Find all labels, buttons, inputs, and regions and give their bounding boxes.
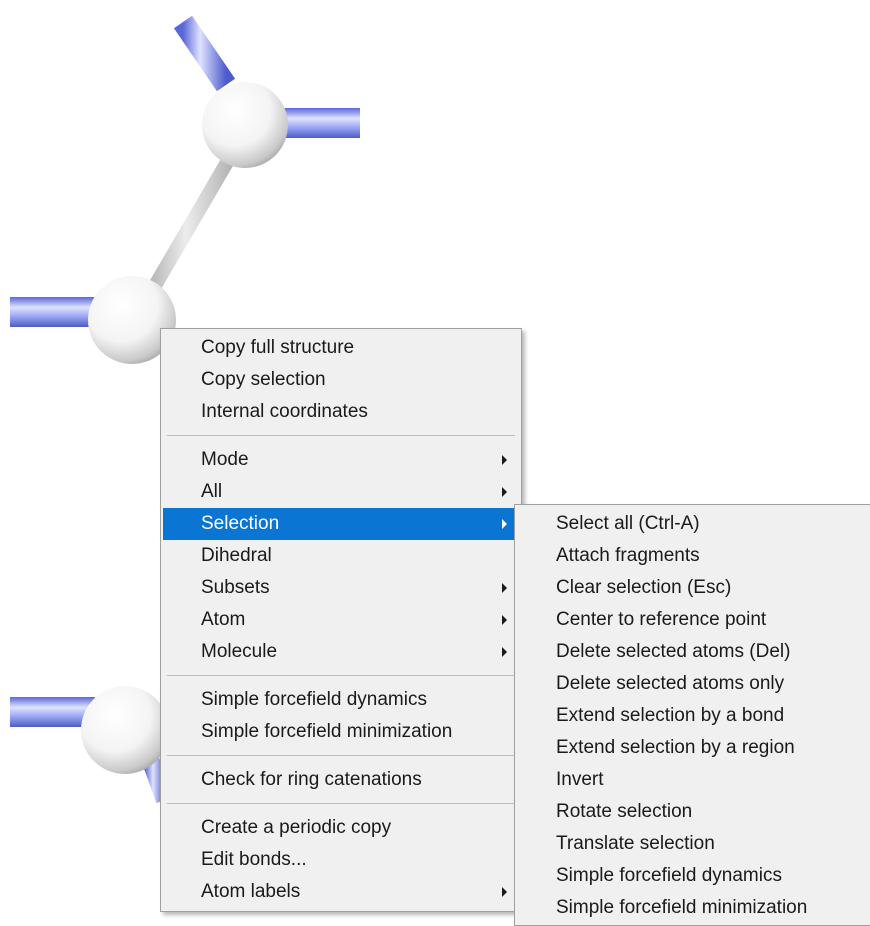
selection-submenu: Select all (Ctrl-A) Attach fragments Clear… — [514, 504, 870, 926]
menu-item-create-a-periodic-copy[interactable]: Create a periodic copy — [163, 812, 519, 844]
menu-item-subsets[interactable]: Subsets — [163, 572, 519, 604]
menu-item-label: Check for ring catenations — [201, 769, 422, 790]
menu-item-label: All — [201, 481, 223, 502]
atom-lower — [81, 686, 169, 774]
menu-item-label: Copy full structure — [201, 337, 355, 358]
menu-item-selection[interactable]: Selection — [163, 508, 519, 540]
menu-item-simple-forcefield-minimization[interactable]: Simple forcefield minimization — [163, 716, 519, 748]
menu-item-label: Edit bonds... — [201, 849, 307, 870]
submenu-arrow-icon — [502, 519, 507, 529]
menu-item-label: Dihedral — [201, 545, 272, 566]
menu-item-label: Internal coordinates — [201, 401, 368, 422]
menu-item-label: Subsets — [201, 577, 270, 598]
menu-item-copy-full-structure[interactable]: Copy full structure — [163, 332, 519, 364]
menu-item-simple-forcefield-dynamics[interactable]: Simple forcefield dynamics — [163, 684, 519, 716]
menu-item-label: Molecule — [201, 641, 278, 662]
atom-top — [202, 82, 288, 168]
menu-separator — [167, 755, 515, 756]
submenu-item-clear-selection-esc[interactable]: Clear selection (Esc) — [517, 572, 868, 604]
menu-item-label: Copy selection — [201, 369, 326, 390]
submenu-arrow-icon — [502, 487, 507, 497]
menu-item-atom-labels[interactable]: Atom labels — [163, 876, 519, 908]
submenu-item-select-all-ctrl-a[interactable]: Select all (Ctrl-A) — [517, 508, 868, 540]
menu-separator — [167, 803, 515, 804]
menu-item-label: Selection — [201, 513, 280, 534]
submenu-item-invert[interactable]: Invert — [517, 764, 868, 796]
menu-item-label: Simple forcefield minimization — [201, 721, 453, 742]
menu-item-dihedral[interactable]: Dihedral — [163, 540, 519, 572]
submenu-item-simple-forcefield-dynamics[interactable]: Simple forcefield dynamics — [517, 860, 868, 892]
submenu-item-delete-selected-atoms-only[interactable]: Delete selected atoms only — [517, 668, 868, 700]
menu-item-edit-bonds[interactable]: Edit bonds... — [163, 844, 519, 876]
menu-item-atom[interactable]: Atom — [163, 604, 519, 636]
menu-item-all[interactable]: All — [163, 476, 519, 508]
menu-item-label: Create a periodic copy — [201, 817, 392, 838]
menu-item-label: Atom labels — [201, 881, 301, 902]
menu-item-check-for-ring-catenations[interactable]: Check for ring catenations — [163, 764, 519, 796]
submenu-arrow-icon — [502, 615, 507, 625]
bond-blue — [10, 297, 100, 327]
submenu-arrow-icon — [502, 455, 507, 465]
submenu-item-extend-selection-by-a-bond[interactable]: Extend selection by a bond — [517, 700, 868, 732]
context-menu: Copy full structure Copy selection Interna… — [160, 328, 522, 912]
submenu-item-delete-selected-atoms-del[interactable]: Delete selected atoms (Del) — [517, 636, 868, 668]
menu-separator — [167, 435, 515, 436]
submenu-item-translate-selection[interactable]: Translate selection — [517, 828, 868, 860]
menu-item-internal-coordinates[interactable]: Internal coordinates — [163, 396, 519, 428]
menu-item-label: Atom — [201, 609, 246, 630]
bond-blue — [173, 15, 236, 92]
menu-item-mode[interactable]: Mode — [163, 444, 519, 476]
submenu-item-attach-fragments[interactable]: Attach fragments — [517, 540, 868, 572]
menu-item-molecule[interactable]: Molecule — [163, 636, 519, 668]
menu-item-copy-selection[interactable]: Copy selection — [163, 364, 519, 396]
menu-separator — [167, 675, 515, 676]
submenu-arrow-icon — [502, 887, 507, 897]
submenu-item-extend-selection-by-a-region[interactable]: Extend selection by a region — [517, 732, 868, 764]
submenu-item-center-to-reference-point[interactable]: Center to reference point — [517, 604, 868, 636]
menu-item-label: Mode — [201, 449, 249, 470]
submenu-item-rotate-selection[interactable]: Rotate selection — [517, 796, 868, 828]
submenu-arrow-icon — [502, 583, 507, 593]
menu-item-label: Simple forcefield dynamics — [201, 689, 427, 710]
submenu-arrow-icon — [502, 647, 507, 657]
submenu-item-simple-forcefield-minimization[interactable]: Simple forcefield minimization — [517, 892, 868, 924]
